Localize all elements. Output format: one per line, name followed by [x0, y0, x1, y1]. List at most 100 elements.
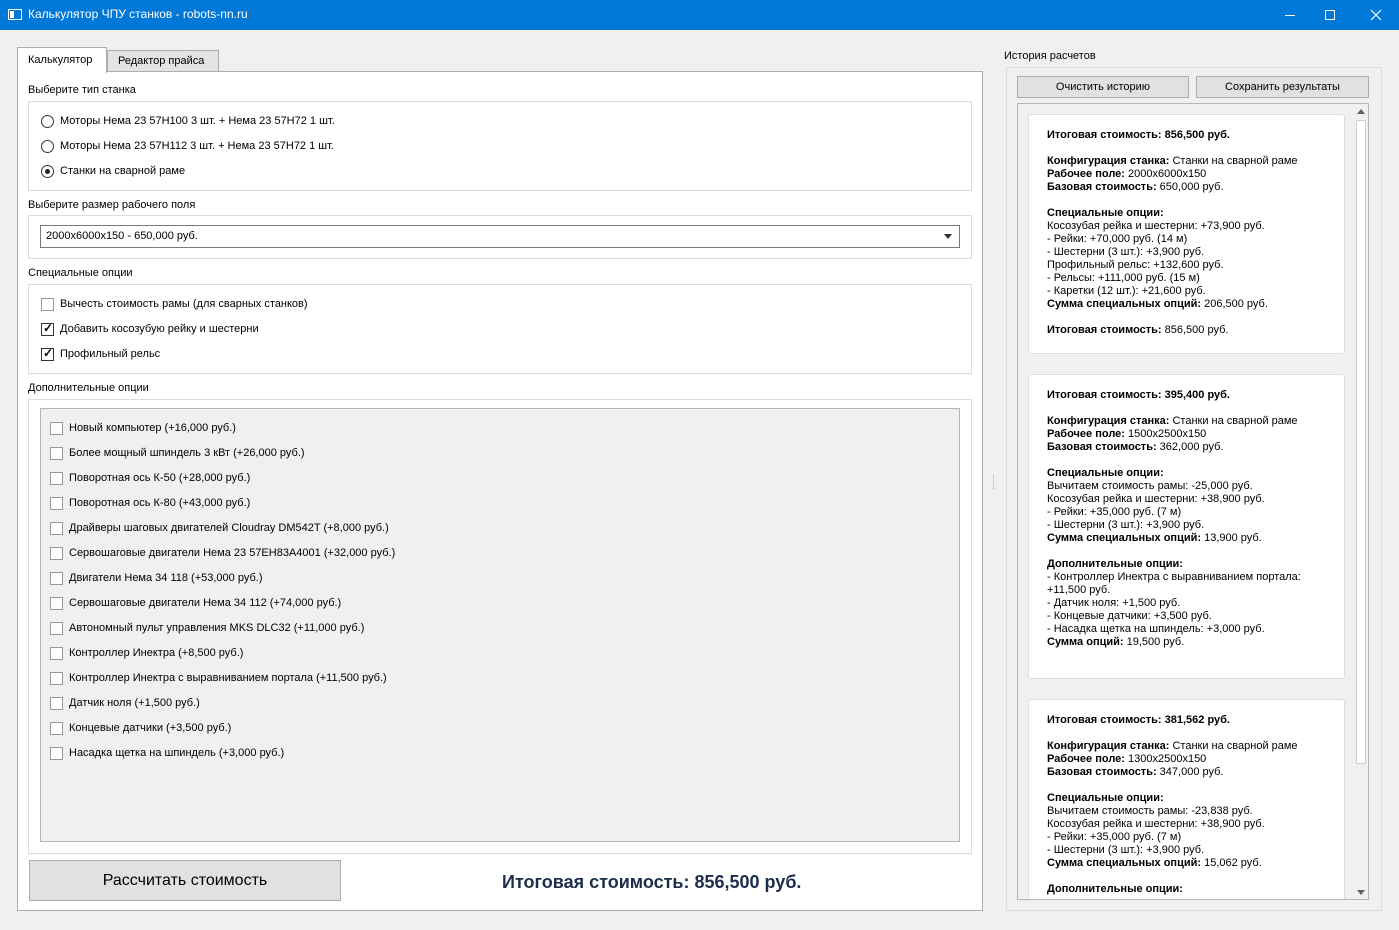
close-button[interactable] [1353, 0, 1399, 30]
history-scrollbar[interactable] [1354, 104, 1368, 899]
checkbox-label: Контроллер Инектра (+8,500 руб.) [69, 647, 244, 659]
checkbox[interactable] [50, 621, 63, 635]
calculate-button[interactable]: Рассчитать стоимость [29, 860, 341, 901]
machine-type-option[interactable]: Станки на сварной раме [41, 163, 185, 179]
extra-option[interactable]: Сервошаговые двигатели Нема 23 57EH83A40… [50, 545, 395, 561]
special-option[interactable]: Профильный рельс [41, 346, 160, 362]
history-line-value: - Шестерни (3 шт.): +3,900 руб. [1047, 246, 1205, 258]
history-card-spacer [1047, 545, 1326, 558]
checkbox[interactable] [41, 322, 54, 336]
special-options-group: Вычесть стоимость рамы (для сварных стан… [28, 284, 972, 374]
extra-option[interactable]: Драйверы шаговых двигателей Cloudray DM5… [50, 520, 389, 536]
checkbox-label: Автономный пульт управления MKS DLC32 (+… [69, 622, 365, 634]
checkbox[interactable] [50, 446, 63, 460]
checkbox[interactable] [50, 421, 63, 435]
history-card-line: Итоговая стоимость: 856,500 руб. [1047, 324, 1326, 337]
history-card-spacer [1047, 870, 1326, 883]
history-line-key: Сумма специальных опций: [1047, 532, 1202, 544]
clear-history-button[interactable]: Очистить историю [1017, 76, 1189, 98]
checkbox[interactable] [50, 646, 63, 660]
tab-price-editor[interactable]: Редактор прайса [107, 50, 219, 71]
radio-button[interactable] [41, 139, 54, 153]
checkbox[interactable] [50, 746, 63, 760]
history-line-value: - Каретки (12 шт.): +21,600 руб. [1047, 285, 1206, 297]
extra-options-label: Дополнительные опции [28, 382, 149, 394]
checkbox[interactable] [50, 596, 63, 610]
machine-type-option[interactable]: Моторы Нема 23 57H112 3 шт. + Нема 23 57… [41, 138, 334, 154]
extra-option[interactable]: Автономный пульт управления MKS DLC32 (+… [50, 620, 364, 636]
checkbox[interactable] [50, 471, 63, 485]
maximize-button[interactable] [1307, 0, 1353, 30]
tab-calculator[interactable]: Калькулятор [17, 47, 107, 73]
history-line-key: Базовая стоимость: [1047, 441, 1157, 453]
extra-option[interactable]: Новый компьютер (+16,000 руб.) [50, 420, 236, 436]
history-line-value: 362,000 руб. [1156, 441, 1224, 453]
work-area-label: Выберите размер рабочего поля [28, 199, 196, 211]
scroll-thumb[interactable] [1356, 120, 1366, 764]
checkbox-label: Концевые датчики (+3,500 руб.) [69, 722, 232, 734]
history-card-line: Конфигурация станка: Станки на сварной р… [1047, 155, 1326, 168]
special-option[interactable]: Вычесть стоимость рамы (для сварных стан… [41, 296, 308, 312]
checkbox-label: Двигатели Нема 34 118 (+53,000 руб.) [69, 572, 263, 584]
splitter-handle[interactable] [993, 475, 995, 489]
history-line-value: 856,500 руб. [1161, 324, 1229, 336]
checkbox[interactable] [50, 496, 63, 510]
maximize-icon [1325, 10, 1335, 20]
history-card-line: - Рейки: +35,000 руб. (7 м) [1047, 831, 1326, 844]
checkbox[interactable] [50, 546, 63, 560]
history-line-key: Сумма опций: [1047, 636, 1124, 648]
special-options-label: Специальные опции [28, 267, 133, 279]
extra-option[interactable]: Более мощный шпиндель 3 кВт (+26,000 руб… [50, 445, 305, 461]
history-line-key: Специальные опции: [1047, 467, 1164, 479]
history-line-value: 650,000 руб. [1156, 181, 1224, 193]
extra-option[interactable]: Контроллер Инектра (+8,500 руб.) [50, 645, 243, 661]
extra-option[interactable]: Сервошаговые двигатели Нема 34 112 (+74,… [50, 595, 341, 611]
checkbox[interactable] [41, 347, 54, 361]
close-icon [1370, 9, 1382, 21]
radio-label: Моторы Нема 23 57H100 3 шт. + Нема 23 57… [60, 115, 335, 127]
extra-option[interactable]: Концевые датчики (+3,500 руб.) [50, 720, 231, 736]
scroll-up-icon[interactable] [1357, 109, 1365, 114]
work-area-select[interactable]: 2000x6000x150 - 650,000 руб. [40, 225, 960, 248]
extra-option[interactable]: Двигатели Нема 34 118 (+53,000 руб.) [50, 570, 262, 586]
extra-option[interactable]: Датчик ноля (+1,500 руб.) [50, 695, 200, 711]
history-line-key: Базовая стоимость: [1047, 766, 1157, 778]
history-line-key: Рабочее поле: [1047, 753, 1125, 765]
history-card: Итоговая стоимость: 395,400 руб. Конфигур… [1028, 374, 1345, 679]
history-line-key: Дополнительные опции: [1047, 558, 1183, 570]
history-line-value: Вычитаем стоимость рамы: -25,000 руб. [1047, 480, 1253, 492]
history-card-line: - Насадка щетка на шпиндель: +3,000 руб. [1047, 623, 1326, 636]
save-results-button[interactable]: Сохранить результаты [1196, 76, 1369, 98]
history-line-value: - Рейки: +70,000 руб. (14 м) [1047, 233, 1188, 245]
history-line-value: - Рельсы: +111,000 руб. (15 м) [1047, 272, 1200, 284]
machine-type-option[interactable]: Моторы Нема 23 57H100 3 шт. + Нема 23 57… [41, 113, 335, 129]
checkbox[interactable] [50, 521, 63, 535]
history-line-value: Станки на сварной раме [1169, 740, 1298, 752]
extra-option[interactable]: Контроллер Инектра с выравниванием порта… [50, 670, 387, 686]
special-option[interactable]: Добавить косозубую рейку и шестерни [41, 321, 259, 337]
scroll-down-icon[interactable] [1357, 890, 1365, 895]
checkbox[interactable] [50, 721, 63, 735]
checkbox[interactable] [50, 571, 63, 585]
checkbox[interactable] [50, 696, 63, 710]
history-card-line: - Контроллер Инектра с выравниванием пор… [1047, 571, 1326, 584]
history-card-spacer [1047, 402, 1326, 415]
history-card-line: Дополнительные опции: [1047, 558, 1326, 571]
history-card-line: - Рейки: +70,000 руб. (14 м) [1047, 233, 1326, 246]
extra-options-scroll-area[interactable]: Новый компьютер (+16,000 руб.) Более мощ… [40, 408, 960, 842]
history-line-key: Рабочее поле: [1047, 428, 1125, 440]
checkbox[interactable] [41, 297, 54, 311]
window-title: Калькулятор ЧПУ станков - robots-nn.ru [28, 7, 248, 21]
radio-button[interactable] [41, 164, 54, 178]
radio-button[interactable] [41, 114, 54, 128]
history-line-value: - Рейки: +35,000 руб. (7 м) [1047, 506, 1182, 518]
extra-option[interactable]: Поворотная ось К-80 (+43,000 руб.) [50, 495, 250, 511]
extra-option[interactable]: Поворотная ось К-50 (+28,000 руб.) [50, 470, 250, 486]
history-card-line: Сумма специальных опций: 206,500 руб. [1047, 298, 1326, 311]
history-card-line: Косозубая рейка и шестерни: +73,900 руб. [1047, 220, 1326, 233]
history-scroll-area[interactable]: Итоговая стоимость: 856,500 руб. Конфигур… [1017, 103, 1369, 900]
history-card-line: Рабочее поле: 1500x2500x150 [1047, 428, 1326, 441]
checkbox[interactable] [50, 671, 63, 685]
extra-option[interactable]: Насадка щетка на шпиндель (+3,000 руб.) [50, 745, 284, 761]
history-card-line: Итоговая стоимость: 856,500 руб. [1047, 129, 1326, 142]
